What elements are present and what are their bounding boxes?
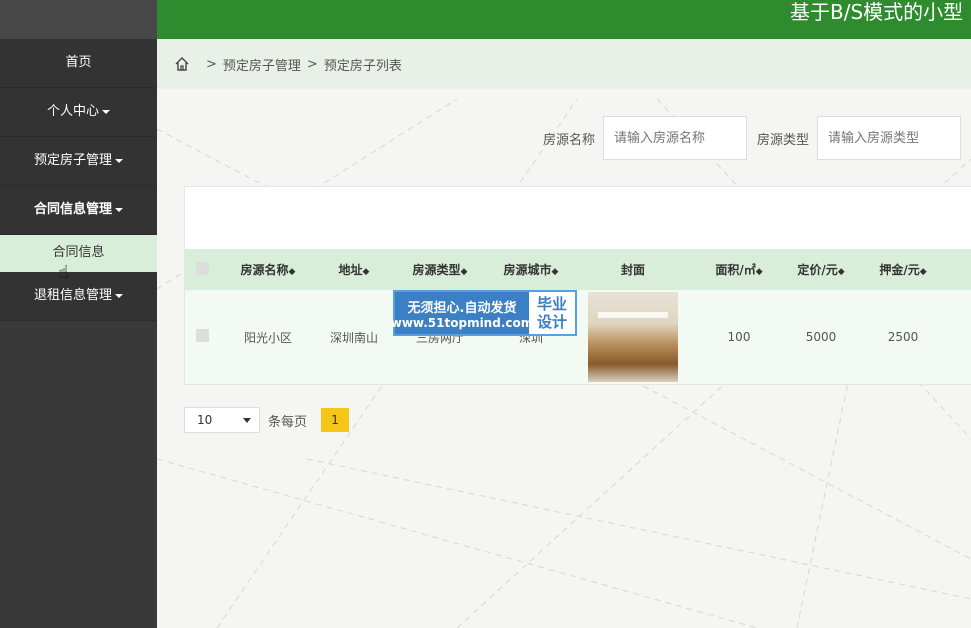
search-label-house-type: 房源类型 [757, 132, 810, 148]
sort-icon: ◆ [919, 267, 927, 277]
cell-cover [573, 292, 693, 382]
caret-down-icon [115, 158, 123, 163]
column-header-house-name[interactable]: 房源名称◆ [219, 261, 317, 278]
booking-table: 房源名称◆ 地址◆ 房源类型◆ 房源城市◆ 封面 面积/㎡◆ 定价/元◆ 押金/… [184, 186, 971, 385]
sort-icon: ◆ [837, 267, 845, 277]
column-label: 房源名称 [240, 263, 289, 277]
sidebar-item-booking-management[interactable]: 预定房子管理 [0, 137, 157, 186]
breadcrumb: > 预定房子管理 > 预定房子列表 [157, 39, 971, 89]
sort-icon: ◆ [755, 267, 763, 277]
column-header-address[interactable]: 地址◆ [317, 261, 391, 278]
watermark-url: www.51topmind.com [390, 315, 534, 330]
select-all-checkbox[interactable] [195, 261, 209, 275]
per-page-label: 条每页 [268, 414, 308, 430]
pagination: 10 条每页 1 [184, 407, 350, 433]
cell-address: 深圳南山 [329, 330, 378, 345]
header-checkbox-cell [185, 261, 219, 278]
row-checkbox-cell [185, 329, 219, 345]
column-label: 房源类型 [412, 263, 461, 277]
sidebar-subitem-contract-info[interactable]: 合同信息 ☝ [0, 235, 157, 283]
cell-deposit: 2500 [887, 330, 919, 344]
column-label: 押金/元 [879, 263, 920, 277]
sidebar-item-label: 退租信息管理 [33, 288, 112, 303]
column-header-price[interactable]: 定价/元◆ [785, 261, 857, 278]
hand-cursor-icon: ☝ [58, 262, 69, 283]
sidebar-item-home[interactable]: 首页 [0, 39, 157, 88]
search-bar: 房源名称 房源类型 [543, 116, 971, 160]
sidebar-item-label: 预定房子管理 [33, 153, 112, 168]
row-checkbox[interactable] [195, 329, 209, 342]
breadcrumb-item-booking-management[interactable]: 预定房子管理 [223, 55, 301, 74]
cover-image[interactable] [588, 292, 678, 382]
column-header-house-city[interactable]: 房源城市◆ [489, 261, 573, 278]
search-label-house-name: 房源名称 [543, 132, 596, 148]
table-row[interactable]: 阳光小区 深圳南山 三房两厅 深圳 100 5000 2500 [185, 290, 971, 384]
sidebar: 首页 个人中心 预定房子管理 合同信息管理 合同信息 ☝ 退租信息管理 [0, 0, 157, 628]
caret-down-icon [115, 207, 123, 212]
watermark-tag-line1: 毕业 [536, 295, 567, 313]
sort-icon: ◆ [288, 267, 296, 277]
sidebar-item-personal-center[interactable]: 个人中心 [0, 88, 157, 137]
watermark-line1: 无须担心.自动发货 [407, 300, 517, 316]
cell-house-name: 阳光小区 [243, 330, 292, 345]
column-label: 封面 [620, 263, 645, 277]
watermark-tag-line2: 设计 [536, 313, 567, 331]
column-header-area[interactable]: 面积/㎡◆ [693, 261, 785, 278]
main-content: > 预定房子管理 > 预定房子列表 房源名称 房源类型 房源名称◆ 地址◆ 房源… [157, 39, 971, 628]
watermark-tag: 毕业 设计 [529, 292, 575, 334]
sort-icon: ◆ [362, 267, 370, 277]
sidebar-item-label: 首页 [65, 55, 92, 70]
sidebar-item-contract-management[interactable]: 合同信息管理 [0, 186, 157, 235]
sidebar-item-label: 合同信息管理 [33, 202, 112, 217]
caret-down-icon [102, 109, 110, 114]
column-label: 地址 [338, 263, 363, 277]
sidebar-item-label: 个人中心 [46, 104, 99, 119]
cell-area: 100 [727, 330, 751, 344]
column-header-cover: 封面 [573, 261, 693, 278]
app-title: 基于B/S模式的小型 [790, 0, 964, 24]
sort-icon: ◆ [551, 267, 559, 277]
caret-down-icon [115, 293, 123, 298]
column-header-house-type[interactable]: 房源类型◆ [391, 261, 489, 278]
column-label: 定价/元 [797, 263, 838, 277]
house-name-input[interactable] [603, 116, 747, 160]
page-size-select[interactable]: 10 [184, 407, 260, 433]
page-button-current[interactable]: 1 [321, 408, 350, 432]
column-label: 面积/㎡ [715, 263, 756, 277]
cell-price: 5000 [805, 330, 837, 344]
column-label: 房源城市 [503, 263, 552, 277]
sort-icon: ◆ [460, 267, 468, 277]
sidebar-logo-area [0, 0, 157, 39]
top-header: 基于B/S模式的小型 [157, 0, 971, 39]
table-header: 房源名称◆ 地址◆ 房源类型◆ 房源城市◆ 封面 面积/㎡◆ 定价/元◆ 押金/… [185, 249, 971, 290]
house-type-input[interactable] [817, 116, 961, 160]
breadcrumb-item-booking-list: 预定房子列表 [323, 58, 402, 74]
breadcrumb-separator: > [306, 56, 318, 72]
breadcrumb-separator: > [206, 56, 217, 72]
sidebar-item-checkout-management[interactable]: 退租信息管理 [0, 272, 157, 321]
watermark-text: 无须担心.自动发货 www.51topmind.com [391, 292, 534, 334]
home-icon[interactable] [174, 56, 190, 72]
watermark-badge: 无须担心.自动发货 www.51topmind.com 毕业 设计 [391, 290, 577, 336]
column-header-deposit[interactable]: 押金/元◆ [857, 261, 949, 278]
